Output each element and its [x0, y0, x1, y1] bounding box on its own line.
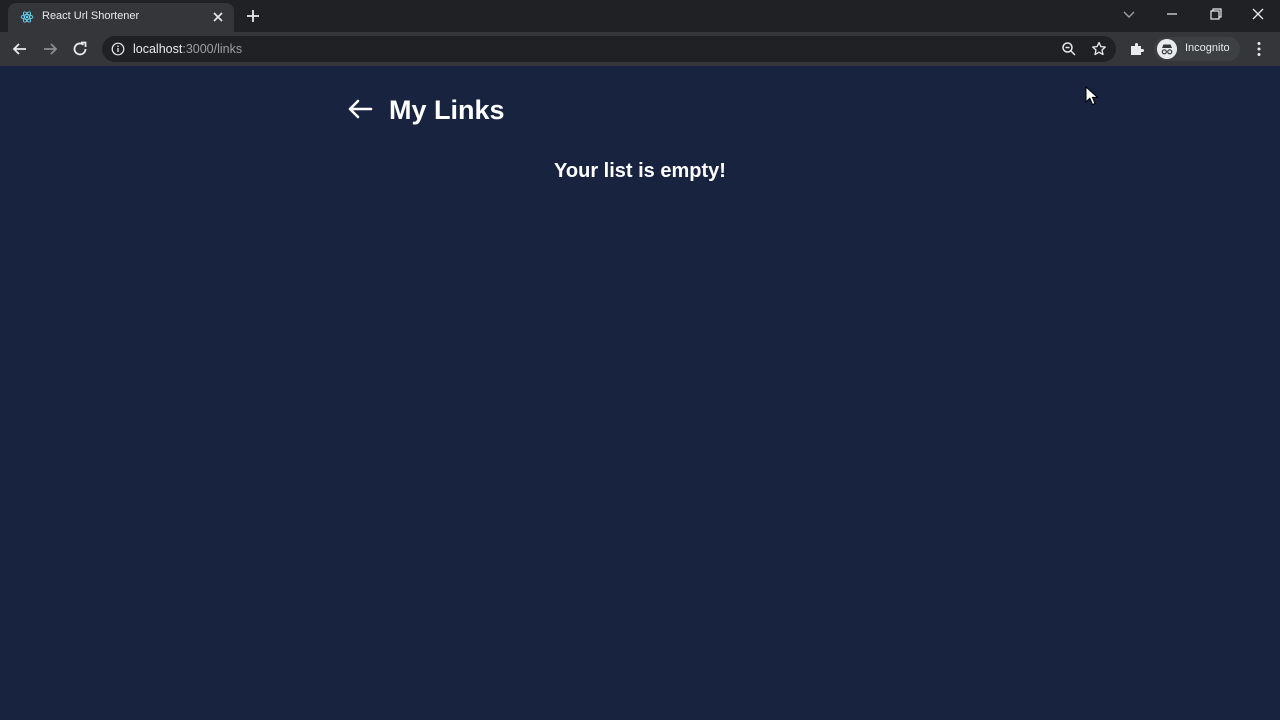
tab-strip: React Url Shortener	[0, 0, 1280, 32]
page-title: My Links	[389, 95, 505, 125]
star-icon[interactable]	[1090, 40, 1108, 58]
kebab-menu-icon[interactable]	[1250, 40, 1268, 58]
new-tab-icon[interactable]	[244, 7, 262, 25]
address-bar[interactable]: localhost:3000/links	[102, 36, 1116, 62]
url-host: localhost	[133, 42, 183, 56]
reload-icon[interactable]	[70, 39, 90, 59]
back-icon[interactable]	[10, 39, 30, 59]
arrow-left-icon[interactable]	[345, 94, 375, 124]
tab-react-url-shortener[interactable]: React Url Shortener	[8, 3, 234, 32]
tab-title: React Url Shortener	[42, 10, 140, 22]
url-text[interactable]: localhost:3000/links	[133, 42, 242, 56]
browser-chrome: React Url Shortener localhost:3000/links…	[0, 0, 1280, 66]
mouse-cursor-icon	[1085, 86, 1099, 106]
zoom-icon[interactable]	[1060, 40, 1078, 58]
react-icon	[20, 11, 34, 23]
url-path: :3000/links	[182, 42, 243, 56]
incognito-icon	[1157, 39, 1177, 59]
links-page: My Links Your list is empty!	[0, 66, 1280, 720]
profile-label: Incognito	[1185, 42, 1230, 54]
restore-icon[interactable]	[1203, 4, 1227, 24]
minimize-icon[interactable]	[1160, 4, 1184, 24]
puzzle-icon[interactable]	[1128, 40, 1146, 58]
close-icon[interactable]	[210, 9, 226, 25]
forward-icon[interactable]	[40, 39, 60, 59]
chevron-down-icon[interactable]	[1117, 4, 1141, 24]
empty-list-message: Your list is empty!	[554, 160, 726, 182]
toolbar: localhost:3000/links Incognito	[0, 32, 1280, 66]
close-window-icon[interactable]	[1246, 4, 1270, 24]
incognito-profile-button[interactable]: Incognito	[1154, 37, 1240, 61]
info-icon[interactable]	[111, 42, 125, 56]
